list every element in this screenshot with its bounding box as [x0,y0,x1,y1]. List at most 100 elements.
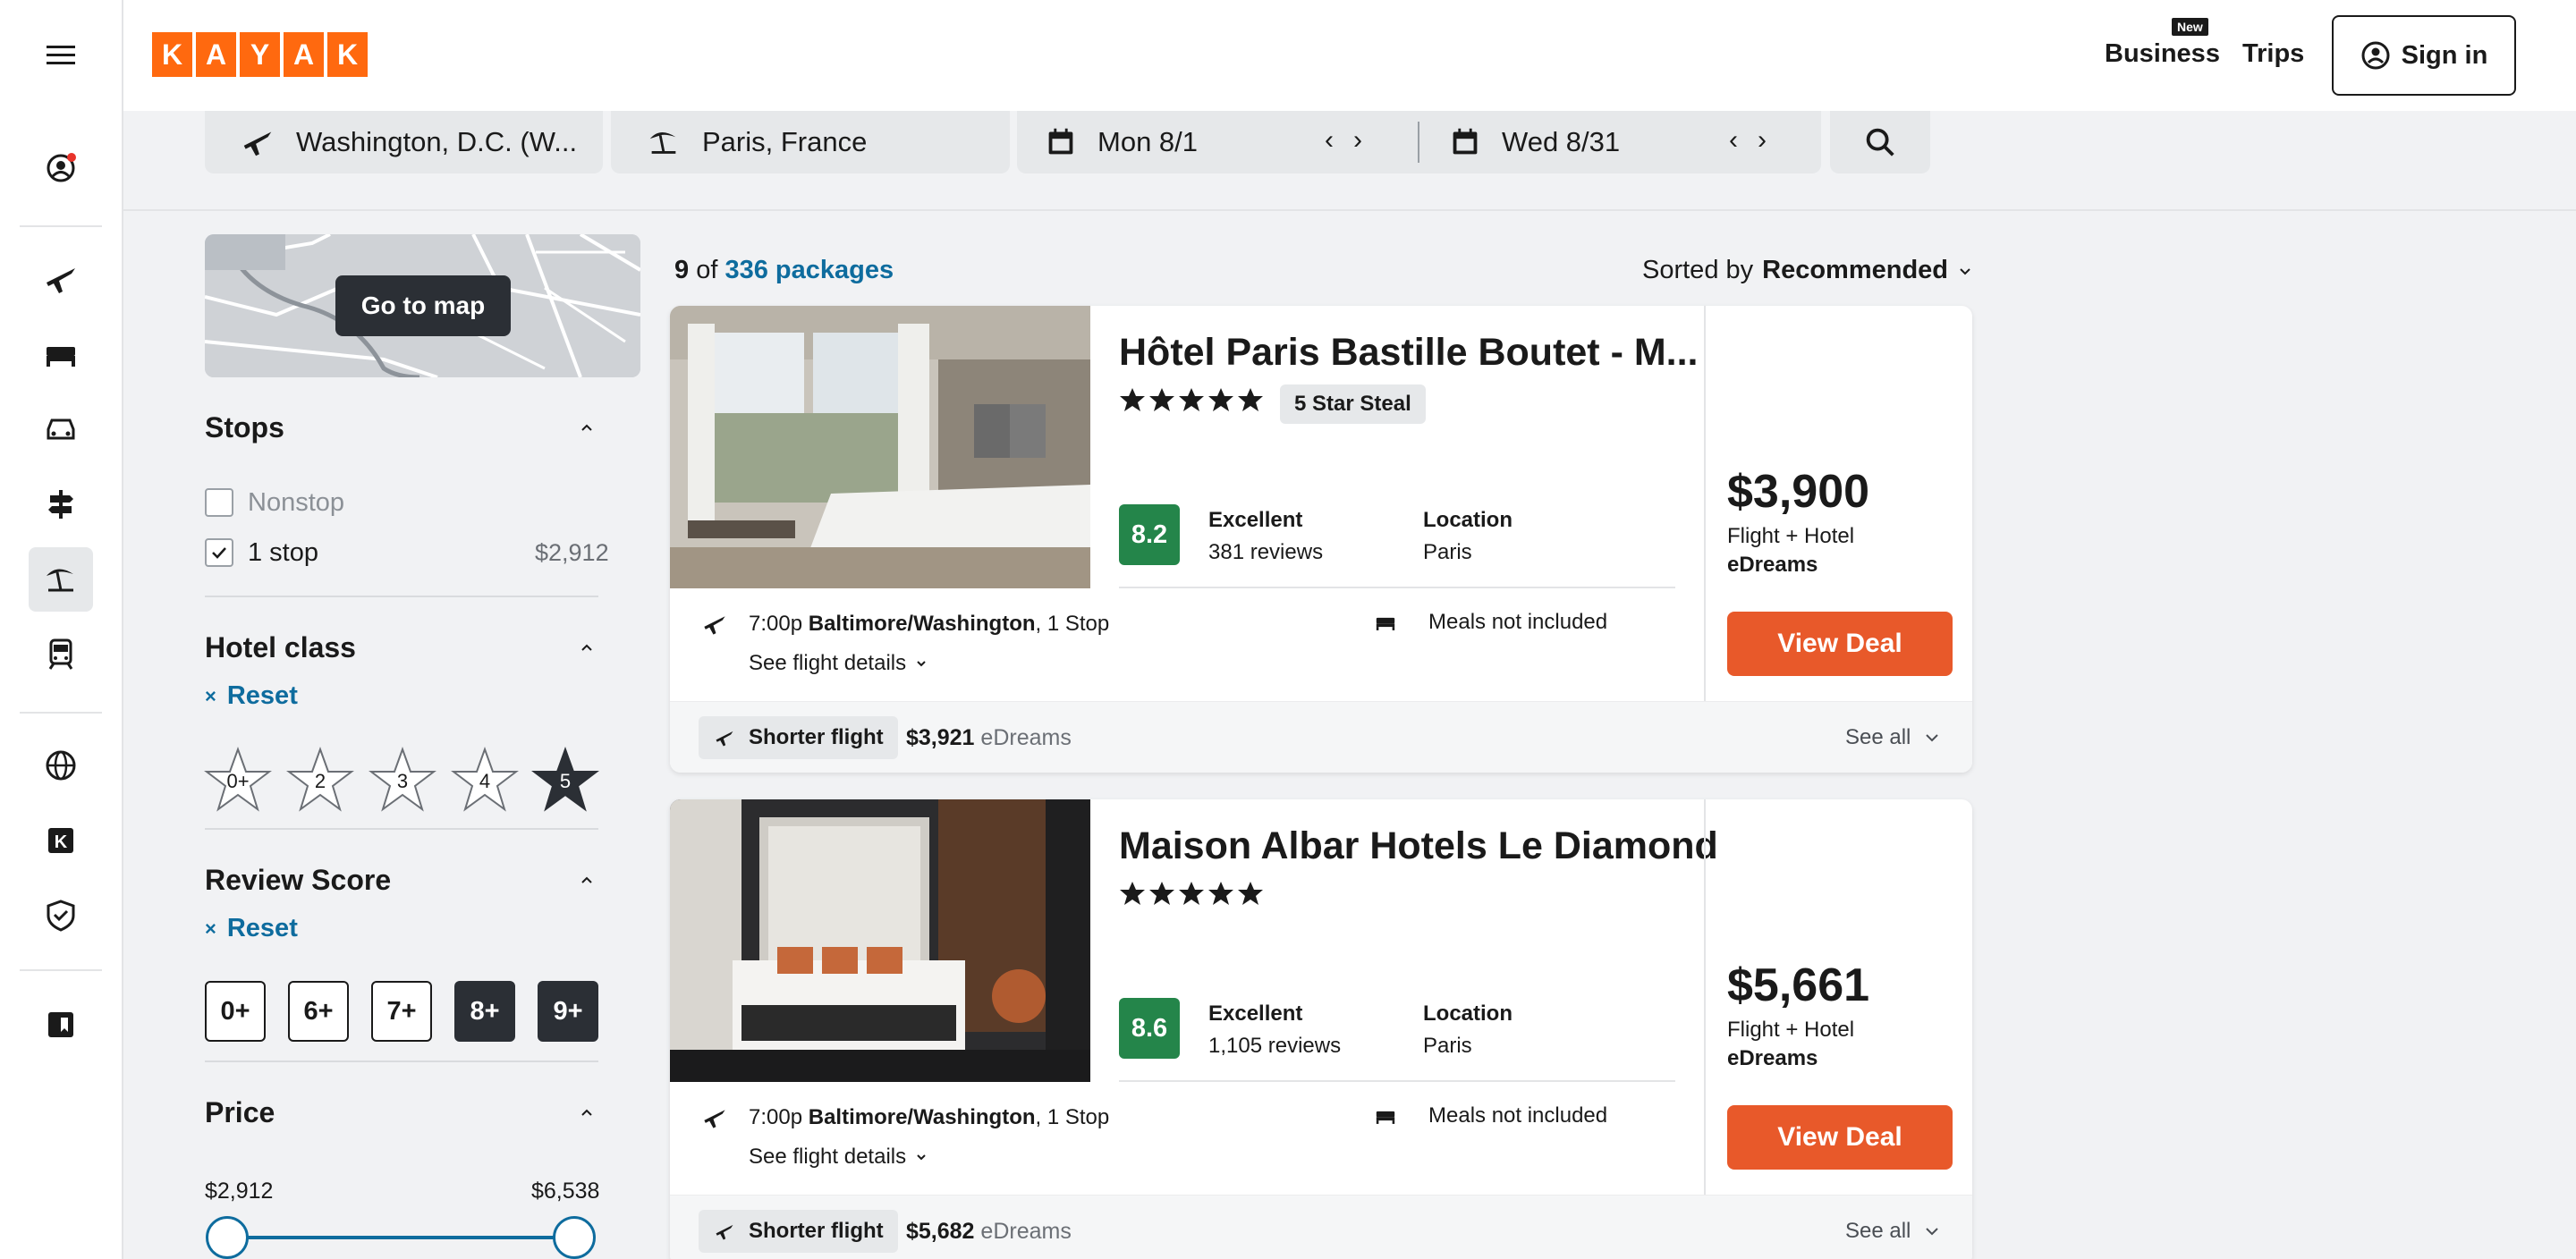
chevron-up-icon[interactable] [580,873,594,887]
review-score-0-plus[interactable]: 0+ [205,981,266,1042]
review-score-7-plus[interactable]: 7+ [371,981,432,1042]
trips-book-icon[interactable] [29,993,93,1057]
map-preview[interactable]: Go to map [205,234,640,377]
sign-in-button[interactable]: Sign in [2332,15,2516,96]
price-slider-track[interactable] [227,1236,574,1239]
hotel-class-5[interactable]: 5 [531,746,599,814]
alt-price-provider: eDreams [980,725,1072,750]
chevron-left-icon[interactable]: ‹ [1325,125,1334,156]
packages-icon[interactable] [29,547,93,612]
chevron-right-icon[interactable]: › [1758,125,1767,156]
depart-stepper[interactable]: ‹ › [1325,125,1362,156]
menu-icon[interactable] [29,23,93,88]
nonstop-label: Nonstop [248,488,345,517]
origin-field[interactable]: Washington, D.C. (W... [205,111,603,173]
star-icon [1238,882,1263,905]
hotel-class-3[interactable]: 3 [369,746,436,814]
review-score-badge: 8.6 [1119,998,1180,1059]
view-deal-button[interactable]: View Deal [1727,612,1953,676]
hotel-name[interactable]: Hôtel Paris Bastille Boutet - M... [1119,331,1699,375]
view-deal-button[interactable]: View Deal [1727,1105,1953,1170]
chevron-up-icon[interactable] [580,640,594,655]
user-icon [2361,41,2390,70]
review-score-reset[interactable]: × Reset [205,914,298,943]
hotel-class-4[interactable]: 4 [451,746,519,814]
see-flight-details-link[interactable]: See flight details [749,651,928,676]
see-all-link[interactable]: See all [1845,725,1941,750]
explore-icon[interactable] [29,472,93,537]
flight-airport: Baltimore/Washington [808,1105,1036,1129]
review-score-9-plus[interactable]: 9+ [538,981,598,1042]
calendar-icon [1048,128,1073,155]
chevron-down-icon [1926,1228,1939,1236]
rail-divider [20,225,102,227]
nonstop-checkbox[interactable] [205,488,233,517]
price-slider-min-handle[interactable] [206,1216,249,1259]
hotel-photo[interactable] [670,306,1090,588]
trains-icon[interactable] [29,622,93,687]
result-card[interactable]: Hôtel Paris Bastille Boutet - M... 5 Sta… [670,306,1972,773]
see-all-label: See all [1845,1219,1911,1243]
globe-icon[interactable] [29,733,93,798]
one-stop-checkbox[interactable] [205,538,233,567]
svg-text:K: K [55,832,68,852]
see-flight-details-label: See flight details [749,1145,907,1169]
chevron-up-icon[interactable] [580,1105,594,1120]
hotel-stars [1119,386,1264,413]
chevron-up-icon[interactable] [580,420,594,435]
alternative-price[interactable]: $3,921 eDreams [906,725,1072,751]
destination-value: Paris, France [702,126,868,157]
hotel-name[interactable]: Maison Albar Hotels Le Diamond [1119,824,1718,868]
hotel-class-2[interactable]: 2 [286,746,354,814]
hotel-photo[interactable] [670,799,1090,1082]
new-badge: New [2172,18,2208,36]
alternative-price[interactable]: $5,682 eDreams [906,1219,1072,1245]
star-label: 4 [479,770,491,792]
bed-icon [1376,1111,1395,1124]
chevron-right-icon[interactable]: › [1353,125,1362,156]
search-button[interactable] [1830,111,1930,173]
star-label: 2 [314,770,326,792]
top-bar: K A Y A K New Business Trips Sign in [123,0,2576,111]
shield-icon[interactable] [29,883,93,948]
filter-divider [205,596,598,597]
profile-icon[interactable] [29,136,93,200]
package-price: $5,661 [1727,959,1870,1011]
review-score-8-plus[interactable]: 8+ [454,981,515,1042]
logo-letter: K [152,32,192,77]
flights-icon[interactable] [29,247,93,311]
total-packages-link[interactable]: 336 packages [724,256,894,284]
business-link[interactable]: Business [2105,39,2220,69]
result-card[interactable]: Maison Albar Hotels Le Diamond 8.6 Excel… [670,799,1972,1259]
see-flight-details-link[interactable]: See flight details [749,1145,928,1170]
destination-field[interactable]: Paris, France [611,111,1010,173]
stops-filter-title[interactable]: Stops [205,411,284,444]
logo-letter: A [284,32,324,77]
sorted-by-label: Sorted by [1642,256,1754,284]
chevron-left-icon[interactable]: ‹ [1729,125,1738,156]
cars-icon[interactable] [29,397,93,461]
see-all-link[interactable]: See all [1845,1219,1941,1244]
hotel-class-filter-title[interactable]: Hotel class [205,631,356,664]
rating-word: Excellent [1208,1001,1303,1026]
kayak-logo[interactable]: K A Y A K [152,32,368,77]
hotel-class-0-plus[interactable]: 0+ [204,746,272,814]
depart-date[interactable]: Mon 8/1 [1042,123,1198,161]
review-score-filter-title[interactable]: Review Score [205,864,391,897]
sort-dropdown[interactable]: Sorted by Recommended [1642,256,1973,285]
stays-icon[interactable] [29,322,93,386]
hotel-class-reset[interactable]: × Reset [205,681,298,711]
shorter-flight-badge[interactable]: Shorter flight [699,716,898,759]
price-slider-max-handle[interactable] [553,1216,596,1259]
go-to-map-button[interactable]: Go to map [335,275,511,336]
return-date[interactable]: Wed 8/31 [1446,123,1620,161]
card-divider [1119,1080,1675,1082]
plane-icon [704,1110,725,1128]
shorter-flight-badge[interactable]: Shorter flight [699,1210,898,1253]
return-stepper[interactable]: ‹ › [1729,125,1767,156]
flight-time: 7:00p [749,612,803,636]
review-score-6-plus[interactable]: 6+ [288,981,349,1042]
price-filter-title[interactable]: Price [205,1096,275,1129]
trips-link[interactable]: Trips [2242,39,2304,69]
kayak-icon[interactable]: K [29,808,93,873]
